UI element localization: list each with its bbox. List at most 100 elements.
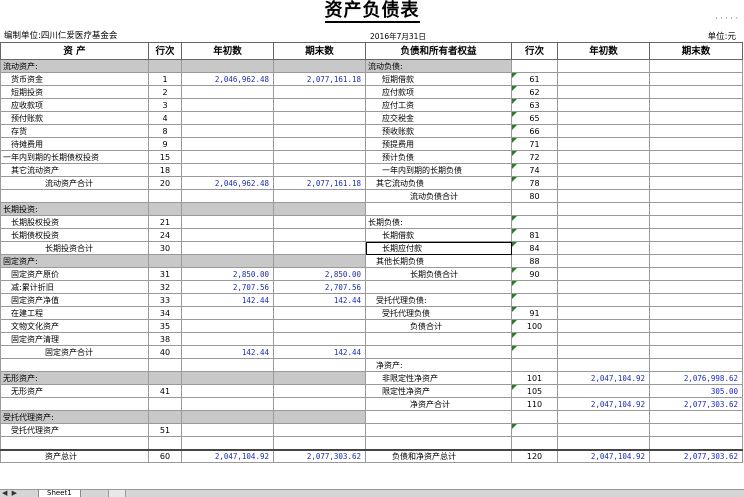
asset-line-cell[interactable]: 31 — [148, 267, 182, 281]
liability-name-cell[interactable]: 流动负债合计 — [365, 189, 512, 203]
liability-name-cell[interactable]: 受托代理负债 — [365, 306, 512, 320]
asset-line-cell[interactable]: 4 — [148, 111, 182, 125]
asset-begin-cell[interactable] — [181, 189, 274, 203]
asset-name-cell[interactable]: 应收款项 — [0, 98, 149, 112]
asset-name-cell[interactable]: 无形资产 — [0, 384, 149, 398]
liability-line-cell[interactable]: 91 — [511, 306, 558, 320]
asset-name-cell[interactable]: 无形资产: — [0, 371, 149, 385]
col-header-begin2[interactable]: 年初数 — [557, 42, 650, 60]
liability-begin-cell[interactable] — [557, 345, 650, 359]
liability-name-cell[interactable] — [365, 423, 512, 437]
liability-begin-cell[interactable] — [557, 85, 650, 99]
liability-begin-cell[interactable] — [557, 384, 650, 398]
liability-line-cell[interactable]: 78 — [511, 176, 558, 190]
liability-line-cell[interactable] — [511, 202, 558, 216]
asset-begin-cell[interactable] — [181, 163, 274, 177]
asset-begin-cell[interactable] — [181, 202, 274, 216]
liability-begin-cell[interactable] — [557, 111, 650, 125]
asset-begin-cell[interactable] — [181, 397, 274, 411]
asset-line-cell[interactable]: 8 — [148, 124, 182, 138]
liability-end-cell[interactable] — [649, 150, 743, 164]
liability-end-cell[interactable] — [649, 319, 743, 333]
liability-end-cell[interactable]: 2,077,303.62 — [649, 397, 743, 411]
liability-end-cell[interactable] — [649, 98, 743, 112]
liability-line-cell[interactable]: 62 — [511, 85, 558, 99]
liability-end-cell[interactable] — [649, 410, 743, 424]
asset-name-cell[interactable]: 流动资产合计 — [0, 176, 149, 190]
col-header-line[interactable]: 行次 — [148, 42, 182, 60]
liability-name-cell[interactable]: 一年内到期的长期负债 — [365, 163, 512, 177]
asset-name-cell[interactable]: 流动资产: — [0, 59, 149, 73]
liability-name-cell[interactable]: 长期负债: — [365, 215, 512, 229]
asset-name-cell[interactable]: 受托代理资产 — [0, 423, 149, 437]
liability-end-cell[interactable] — [649, 241, 743, 255]
asset-line-cell[interactable] — [148, 410, 182, 424]
liability-end-cell[interactable] — [649, 358, 743, 372]
asset-name-cell[interactable]: 一年内到期的长期债权投资 — [0, 150, 149, 164]
asset-end-cell[interactable] — [273, 423, 366, 437]
asset-end-cell[interactable] — [273, 384, 366, 398]
liability-line-cell[interactable] — [511, 410, 558, 424]
liability-line-cell[interactable]: 65 — [511, 111, 558, 125]
liability-begin-cell[interactable]: 2,047,104.92 — [557, 397, 650, 411]
liability-end-cell[interactable] — [649, 332, 743, 346]
liability-begin-cell[interactable] — [557, 436, 650, 450]
asset-end-cell[interactable]: 142.44 — [273, 345, 366, 359]
liability-name-cell[interactable] — [365, 332, 512, 346]
liability-line-cell[interactable]: 71 — [511, 137, 558, 151]
liability-end-cell[interactable] — [649, 85, 743, 99]
col-header-end2[interactable]: 期末数 — [649, 42, 743, 60]
liability-end-cell[interactable] — [649, 267, 743, 281]
liability-begin-cell[interactable] — [557, 163, 650, 177]
liability-name-cell[interactable]: 非限定性净资产 — [365, 371, 512, 385]
liability-end-cell[interactable] — [649, 72, 743, 86]
asset-line-cell[interactable] — [148, 254, 182, 268]
liability-name-cell[interactable]: 负债合计 — [365, 319, 512, 333]
liability-begin-cell[interactable] — [557, 254, 650, 268]
liability-name-cell[interactable]: 负债和净资产总计 — [365, 448, 512, 463]
sheet-nav-arrows-icon[interactable]: ◀ ▶ — [2, 490, 18, 497]
asset-begin-cell[interactable] — [181, 332, 274, 346]
liability-begin-cell[interactable] — [557, 215, 650, 229]
liability-line-cell[interactable] — [511, 332, 558, 346]
liability-name-cell[interactable]: 预提费用 — [365, 137, 512, 151]
liability-end-cell[interactable] — [649, 176, 743, 190]
liability-end-cell[interactable] — [649, 111, 743, 125]
asset-begin-cell[interactable]: 2,047,104.92 — [181, 448, 274, 463]
asset-line-cell[interactable]: 30 — [148, 241, 182, 255]
asset-name-cell[interactable]: 减:累计折旧 — [0, 280, 149, 294]
asset-begin-cell[interactable]: 2,046,962.48 — [181, 176, 274, 190]
liability-line-cell[interactable] — [511, 345, 558, 359]
liability-name-cell[interactable] — [365, 345, 512, 359]
asset-name-cell[interactable]: 短期投资 — [0, 85, 149, 99]
liability-name-cell[interactable]: 长期应付款 — [365, 241, 512, 255]
liability-line-cell[interactable]: 105 — [511, 384, 558, 398]
asset-name-cell[interactable]: 固定资产原价 — [0, 267, 149, 281]
liability-line-cell[interactable]: 110 — [511, 397, 558, 411]
liability-name-cell[interactable]: 受托代理负债: — [365, 293, 512, 307]
asset-end-cell[interactable] — [273, 319, 366, 333]
liability-begin-cell[interactable] — [557, 423, 650, 437]
liability-begin-cell[interactable] — [557, 137, 650, 151]
asset-line-cell[interactable]: 21 — [148, 215, 182, 229]
liability-begin-cell[interactable] — [557, 280, 650, 294]
asset-line-cell[interactable]: 3 — [148, 98, 182, 112]
asset-line-cell[interactable]: 15 — [148, 150, 182, 164]
liability-begin-cell[interactable] — [557, 150, 650, 164]
asset-begin-cell[interactable] — [181, 319, 274, 333]
asset-line-cell[interactable]: 35 — [148, 319, 182, 333]
asset-begin-cell[interactable] — [181, 423, 274, 437]
asset-end-cell[interactable]: 142.44 — [273, 293, 366, 307]
asset-begin-cell[interactable] — [181, 371, 274, 385]
liability-end-cell[interactable] — [649, 189, 743, 203]
asset-line-cell[interactable]: 60 — [148, 448, 182, 463]
asset-begin-cell[interactable]: 2,046,962.48 — [181, 72, 274, 86]
liability-begin-cell[interactable] — [557, 332, 650, 346]
liability-end-cell[interactable] — [649, 280, 743, 294]
asset-line-cell[interactable]: 38 — [148, 332, 182, 346]
liability-line-cell[interactable] — [511, 280, 558, 294]
liability-line-cell[interactable] — [511, 59, 558, 73]
liability-name-cell[interactable]: 应付款项 — [365, 85, 512, 99]
liability-line-cell[interactable] — [511, 215, 558, 229]
asset-line-cell[interactable] — [148, 189, 182, 203]
